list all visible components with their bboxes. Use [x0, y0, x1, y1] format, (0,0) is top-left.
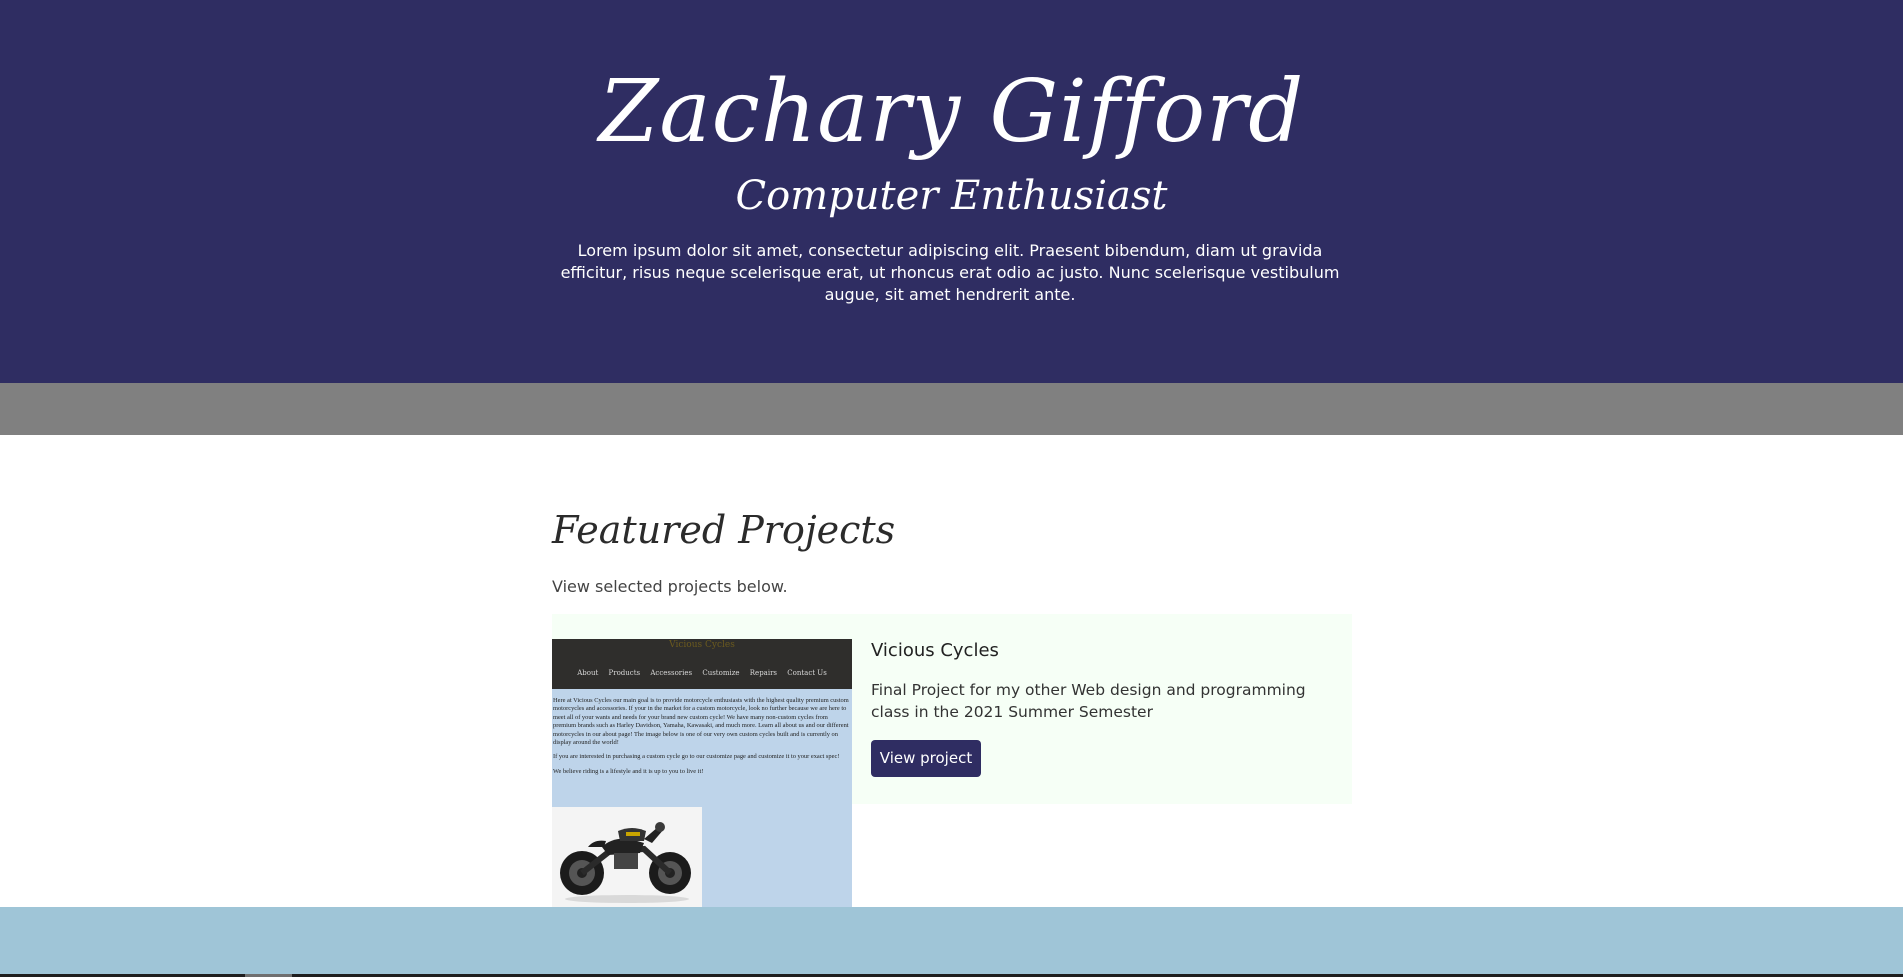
- thumbnail-nav-item: Contact Us: [787, 669, 827, 677]
- main-nav: Home About Work Experience Contact Me: [0, 383, 1903, 802]
- hero-name: Zachary Gifford: [598, 62, 1305, 162]
- motorcycle-icon: [552, 807, 702, 907]
- page: Zachary Gifford Computer Enthusiast Lore…: [0, 0, 1903, 977]
- thumbnail-nav: About Products Accessories Customize Rep…: [552, 669, 852, 677]
- project-title: Vicious Cycles: [871, 640, 999, 661]
- nav-item-home[interactable]: Home: [16, 783, 61, 803]
- thumbnail-logo: Vicious Cycles: [669, 640, 735, 650]
- featured-projects-title: Featured Projects: [552, 508, 896, 552]
- thumbnail-paragraph: If you are interested in purchasing a cu…: [553, 753, 840, 761]
- thumbnail-nav-item: Accessories: [650, 669, 693, 677]
- nav-item-about[interactable]: About: [90, 783, 134, 803]
- nav-item-work-experience[interactable]: Work Experience: [164, 783, 293, 803]
- hero-header: Zachary Gifford Computer Enthusiast Lore…: [0, 0, 1903, 383]
- thumbnail-nav-item: About: [577, 669, 599, 677]
- nav-item-contact-me[interactable]: Contact Me: [318, 780, 405, 800]
- thumbnail-nav-item: Products: [608, 669, 641, 677]
- thumbnail-paragraph: We believe riding is a lifestyle and it …: [553, 767, 704, 775]
- thumbnail-body: Here at Vicious Cycles our main goal is …: [553, 697, 849, 782]
- view-project-button[interactable]: View project: [871, 740, 981, 777]
- featured-projects-subtitle: View selected projects below.: [552, 577, 788, 596]
- thumbnail-nav-item: Customize: [702, 669, 740, 677]
- thumbnail-nav-item: Repairs: [749, 669, 778, 677]
- page-footer: [0, 907, 1903, 974]
- hero-blurb: Lorem ipsum dolor sit amet, consectetur …: [560, 241, 1340, 304]
- project-thumbnail[interactable]: Vicious Cycles About Products Accessorie…: [552, 639, 852, 907]
- motorcycle-image: [552, 807, 702, 907]
- project-description: Final Project for my other Web design an…: [871, 681, 1306, 721]
- hero-tagline: Computer Enthusiast: [735, 173, 1168, 219]
- thumbnail-site-header: Vicious Cycles About Products Accessorie…: [552, 639, 852, 689]
- thumbnail-paragraph: Here at Vicious Cycles our main goal is …: [553, 697, 849, 747]
